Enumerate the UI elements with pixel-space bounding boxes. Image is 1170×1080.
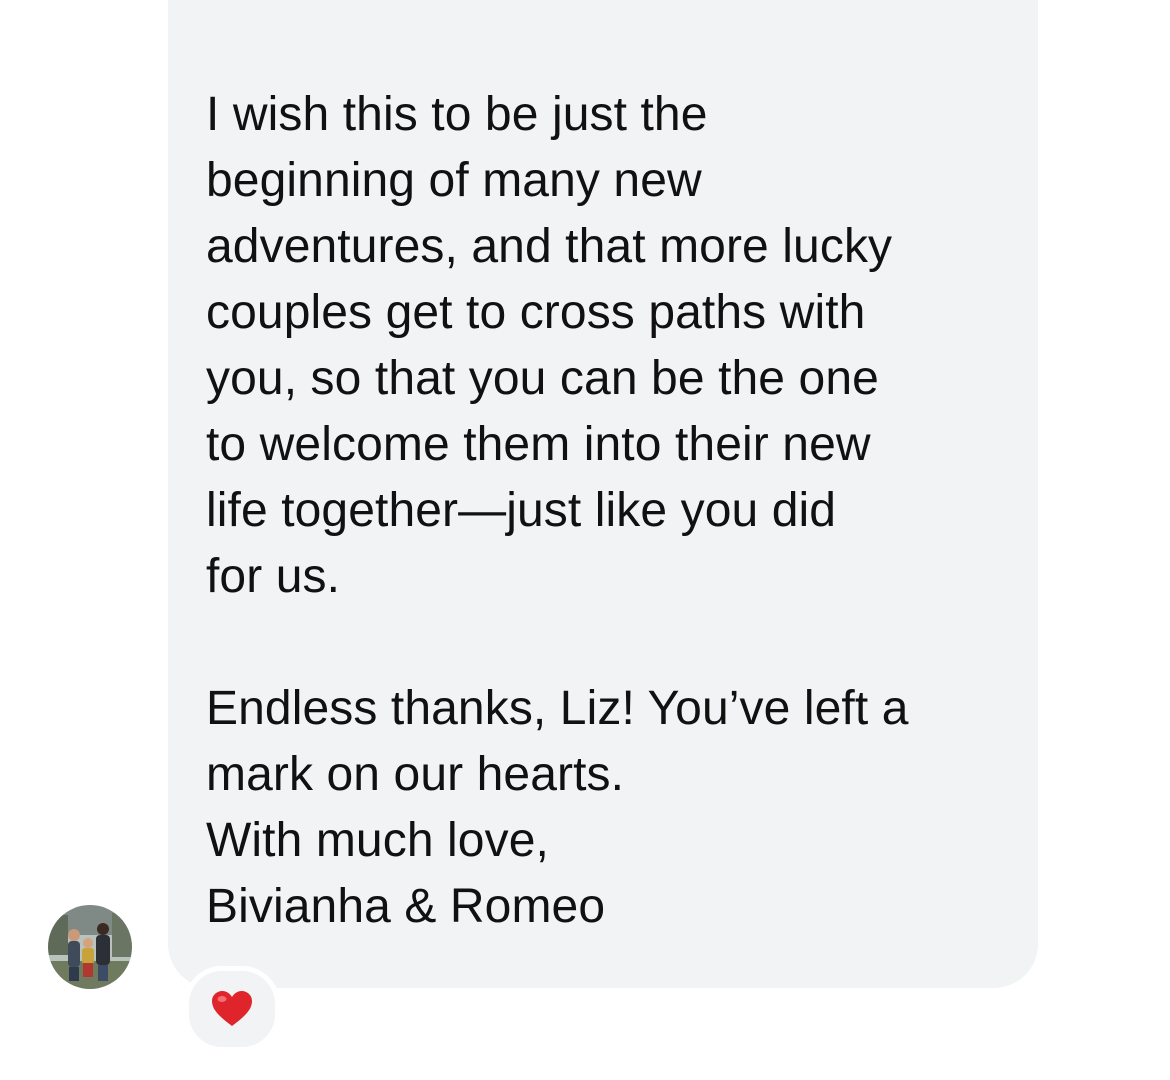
message-line: Bivianha & Romeo (206, 880, 606, 933)
message-thread: I wish this to be just the beginning of … (0, 0, 1170, 1080)
message-paragraph-2: Endless thanks, Liz! You’ve left a mark … (206, 676, 998, 940)
message-line: adventures, and that more lucky (206, 220, 893, 273)
message-line: beginning of many new (206, 154, 702, 207)
message-line: life together—just like you did (206, 484, 837, 537)
message-line: you, so that you can be the one (206, 352, 879, 405)
avatar-photo-icon (48, 905, 132, 989)
message-bubble[interactable]: I wish this to be just the beginning of … (168, 0, 1038, 988)
heart-icon (212, 991, 252, 1026)
message-line: couples get to cross paths with (206, 286, 866, 339)
message-paragraph-1: I wish this to be just the beginning of … (206, 82, 998, 610)
message-line: I wish this to be just the (206, 88, 708, 141)
message-line: mark on our hearts. (206, 748, 625, 801)
message-line: to welcome them into their new (206, 418, 871, 471)
message-text: I wish this to be just the beginning of … (206, 82, 998, 940)
sender-avatar[interactable] (48, 905, 132, 989)
message-line: Endless thanks, Liz! You’ve left a (206, 682, 909, 735)
reaction-badge[interactable] (184, 966, 280, 1052)
message-line: for us. (206, 550, 341, 603)
message-line: With much love, (206, 814, 549, 867)
